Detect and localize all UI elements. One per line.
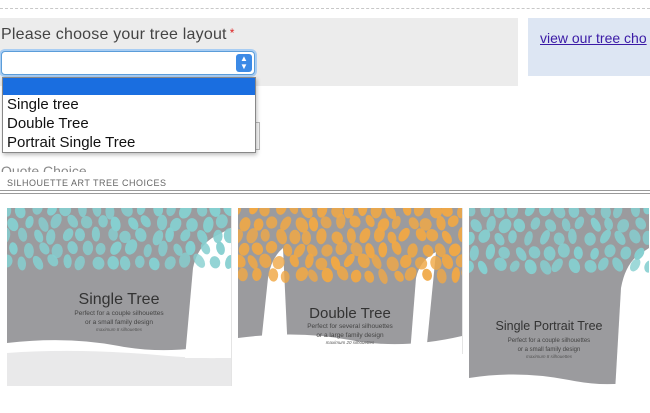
single-tree-card[interactable]: Single Tree Perfect for a couple silhoue… [7,208,232,386]
info-panel [528,18,650,76]
section-rule-bottom [0,193,650,194]
tree-layout-dropdown[interactable]: Single tree Double Tree Portrait Single … [2,77,256,153]
dropdown-option-single-tree[interactable]: Single tree [3,95,255,114]
double-tree-image: Double Tree Perfect for several silhouet… [238,208,462,354]
single-tree-image: Single Tree Perfect for a couple silhoue… [7,208,231,386]
top-divider [0,8,650,9]
required-mark: * [229,26,235,40]
card-title: Single Tree [79,291,160,308]
single-portrait-tree-card[interactable]: Single Portrait Tree Perfect for a coupl… [469,208,649,396]
tree-layout-label: Please choose your tree layout * [1,26,235,44]
card-line-2: or a large family design [316,332,384,339]
card-title: Double Tree [309,305,391,322]
section-title: SILHOUETTE ART TREE CHOICES [7,178,167,188]
card-line-1: Perfect for a couple silhouettes [74,310,164,317]
single-portrait-tree-image: Single Portrait Tree Perfect for a coupl… [469,208,649,396]
card-title: Single Portrait Tree [496,319,603,333]
card-line-3: maximum 20 silhouettes [326,340,375,345]
dropdown-option-portrait-single-tree[interactable]: Portrait Single Tree [3,133,255,152]
tree-layout-select[interactable]: ▲ ▼ [1,51,255,75]
dropdown-option-double-tree[interactable]: Double Tree [3,114,255,133]
leaf-shape [289,229,301,245]
double-tree-card[interactable]: Double Tree Perfect for several silhouet… [238,208,463,354]
view-tree-choices-link[interactable]: view our tree cho [540,30,647,46]
card-line-3: maximum 8 silhouettes [96,327,143,332]
card-line-2: or a small family design [518,347,581,353]
section-rule-top [0,190,650,191]
card-line-2: or a small family design [85,319,153,326]
select-arrows-icon[interactable]: ▲ ▼ [236,54,252,72]
dropdown-option-blank[interactable] [3,78,255,95]
leaf-shape [186,218,198,232]
card-line-3: maximum 8 silhouettes [526,354,573,359]
quote-choice-label: Quote Choice [1,163,87,172]
tree-layout-label-text: Please choose your tree layout [1,26,227,43]
card-line-1: Perfect for a couple silhouettes [508,338,590,344]
card-line-1: Perfect for several silhouettes [307,323,393,330]
